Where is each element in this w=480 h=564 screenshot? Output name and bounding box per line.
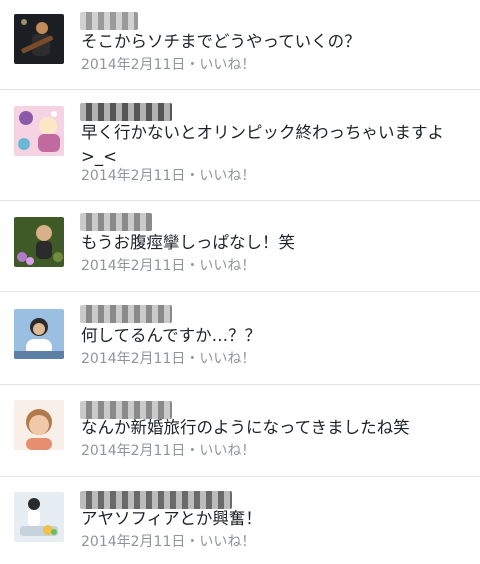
- comment-text: 早く行かないとオリンピック終わっちゃいますよ: [81, 123, 444, 142]
- meta-separator: ・: [185, 443, 200, 459]
- avatar[interactable]: [14, 309, 64, 359]
- comment-date[interactable]: 2014年2月11日: [81, 534, 185, 550]
- comment-item: もうお腹痙攣しっぱなし！笑 2014年2月11日・いいね！: [0, 201, 480, 292]
- comment-date[interactable]: 2014年2月11日: [81, 351, 185, 367]
- comment-item: そこからソチまでどうやっていくの？ 2014年2月11日・いいね！: [0, 0, 480, 90]
- meta-separator: ・: [185, 168, 200, 184]
- comment-item: 早く行かないとオリンピック終わっちゃいますよ >_< 2014年2月11日・いい…: [0, 90, 480, 201]
- comment-date[interactable]: 2014年2月11日: [81, 57, 185, 73]
- avatar[interactable]: [14, 217, 64, 267]
- commenter-name-redacted[interactable]: [80, 305, 172, 323]
- meta-separator: ・: [185, 351, 200, 367]
- comment-text: 何してるんですか…？？: [81, 326, 262, 345]
- comment-date[interactable]: 2014年2月11日: [81, 258, 185, 274]
- avatar-photo: [14, 400, 64, 450]
- comment-meta: 2014年2月11日・いいね！: [81, 350, 255, 368]
- meta-separator: ・: [185, 57, 200, 73]
- avatar-photo: [14, 309, 64, 359]
- like-link[interactable]: いいね！: [199, 258, 255, 274]
- comment-text: なんか新婚旅行のようになってきましたね笑: [81, 418, 410, 437]
- comment-date[interactable]: 2014年2月11日: [81, 443, 185, 459]
- comment-item: 何してるんですか…？？ 2014年2月11日・いいね！: [0, 292, 480, 385]
- comment-list: そこからソチまでどうやっていくの？ 2014年2月11日・いいね！ 早く行かない…: [0, 0, 480, 564]
- comment-meta: 2014年2月11日・いいね！: [81, 533, 255, 551]
- avatar[interactable]: [14, 106, 64, 156]
- comment-item: なんか新婚旅行のようになってきましたね笑 2014年2月11日・いいね！: [0, 385, 480, 477]
- comment-item: アヤソフィアとか興奮！ 2014年2月11日・いいね！: [0, 477, 480, 564]
- avatar[interactable]: [14, 492, 64, 542]
- commenter-name-redacted[interactable]: [80, 213, 152, 231]
- comment-text-line-2: >_<: [81, 147, 117, 166]
- like-link[interactable]: いいね！: [199, 351, 255, 367]
- comment-date[interactable]: 2014年2月11日: [81, 168, 185, 184]
- like-link[interactable]: いいね！: [199, 534, 255, 550]
- comment-meta: 2014年2月11日・いいね！: [81, 257, 255, 275]
- comment-text: アヤソフィアとか興奮！: [81, 509, 262, 528]
- avatar-photo: [14, 217, 64, 267]
- avatar-photo: [14, 492, 64, 542]
- avatar-photo: [14, 14, 64, 64]
- comment-meta: 2014年2月11日・いいね！: [81, 56, 255, 74]
- meta-separator: ・: [185, 258, 200, 274]
- avatar-photo: [14, 106, 64, 156]
- like-link[interactable]: いいね！: [199, 168, 255, 184]
- comment-meta: 2014年2月11日・いいね！: [81, 442, 255, 460]
- like-link[interactable]: いいね！: [199, 57, 255, 73]
- meta-separator: ・: [185, 534, 200, 550]
- comment-text: もうお腹痙攣しっぱなし！笑: [81, 233, 296, 252]
- avatar[interactable]: [14, 400, 64, 450]
- comment-meta: 2014年2月11日・いいね！: [81, 167, 255, 185]
- commenter-name-redacted[interactable]: [80, 103, 172, 121]
- avatar[interactable]: [14, 14, 64, 64]
- commenter-name-redacted[interactable]: [80, 12, 138, 30]
- comment-text: そこからソチまでどうやっていくの？: [81, 32, 361, 51]
- like-link[interactable]: いいね！: [199, 443, 255, 459]
